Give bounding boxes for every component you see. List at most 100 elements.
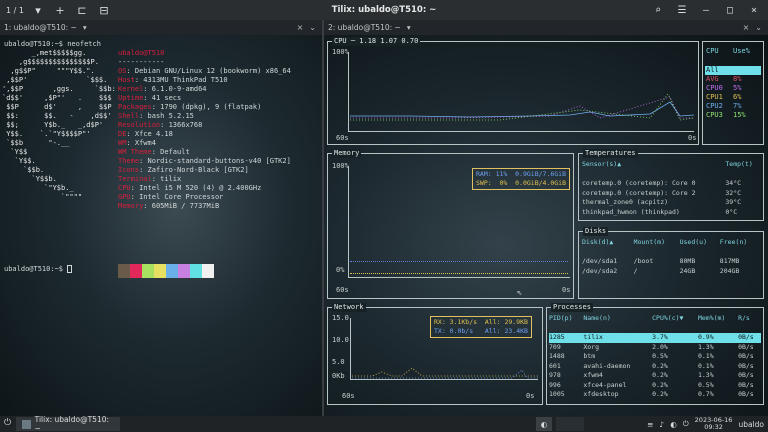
process-row[interactable]: 1005 xfdesktop 0.2% 0.7% 0B/s: [549, 390, 761, 400]
ascii-line: `Y$$.: [2, 157, 36, 165]
right-pane-title: 2: ubaldo@T510: ~: [328, 23, 401, 32]
network-tray-icon[interactable]: ≡: [647, 420, 653, 429]
taskbar-item-label: Tilix: ubaldo@T510: ~: [34, 415, 110, 432]
process-row[interactable]: 1285 tilix 3.7% 0.9% 0B/s: [549, 333, 761, 343]
disks-widget[interactable]: Disks Disk(d)▲ Mount(m) Used(u) Free(n) /de…: [578, 227, 764, 299]
ascii-line: $$; Y$b._ _,d$P': [2, 121, 104, 129]
workspace-2-icon[interactable]: [556, 417, 584, 431]
left-pane-close-icon[interactable]: ×: [297, 23, 304, 32]
neofetch-info-value: 605MiB / 7737MiB: [151, 202, 220, 210]
disk-col-header[interactable]: Used(u): [680, 238, 720, 248]
swap-line: [350, 273, 568, 274]
cpu-legend-row[interactable]: CPU1 6%: [705, 93, 761, 102]
cpu-legend-row[interactable]: All: [705, 66, 761, 75]
close-button[interactable]: ×: [746, 2, 762, 18]
neofetch-info-colon: :: [143, 202, 152, 210]
taskbar-item-tilix[interactable]: Tilix: ubaldo@T510: ~: [16, 415, 120, 432]
neofetch-info-line: OS: Debian GNU/Linux 12 (bookworm) x86_6…: [118, 67, 291, 76]
disk-col-header[interactable]: Free(n): [720, 238, 760, 248]
process-col-header[interactable]: Mem%(m): [698, 314, 738, 324]
split-down-icon[interactable]: ⊟: [96, 2, 112, 18]
neofetch-info-label: Resolution: [118, 121, 161, 129]
left-terminal[interactable]: ubaldo@T510:~$ neofetch _,met$$$$$gg. ,g…: [0, 35, 322, 416]
battery-tray-icon[interactable]: ◐: [670, 420, 677, 429]
disk-col-header[interactable]: Disk(d)▲: [582, 238, 634, 248]
left-pane-titlebar[interactable]: 1: ubaldo@T510: ~ ▾ × ⌄: [0, 20, 322, 35]
neofetch-info-line: Shell: bash 5.2.15: [118, 112, 194, 121]
neofetch-info-colon: :: [143, 94, 152, 102]
disk-col-header[interactable]: Mount(m): [634, 238, 680, 248]
session-dropdown-icon[interactable]: ▾: [30, 2, 46, 18]
process-row[interactable]: 996 xfce4-panel 0.2% 0.5% 0B/s: [549, 381, 761, 391]
process-row[interactable]: 601 avahi-daemon 0.2% 0.1% 0B/s: [549, 362, 761, 372]
maximize-button[interactable]: □: [722, 2, 738, 18]
process-row[interactable]: 1488 btm 0.5% 0.1% 0B/s: [549, 352, 761, 362]
workspace-1-icon[interactable]: ◐: [536, 417, 552, 431]
cpu-legend[interactable]: CPU Use% All AVG 8% CPU0 5% CPU1 6% CPU2 7% CPU3 1…: [702, 41, 764, 145]
search-icon[interactable]: ⌕: [650, 2, 666, 18]
cpu-legend-row[interactable]: CPU3 15%: [705, 111, 761, 120]
right-pane-maximize-icon[interactable]: ⌄: [755, 23, 762, 32]
menu-icon[interactable]: ☰: [674, 2, 690, 18]
neofetch-info-line: GPU: Intel Core Processor: [118, 193, 223, 202]
power-menu-icon[interactable]: ⏻: [4, 418, 11, 428]
process-col-header[interactable]: PID(p): [549, 314, 583, 324]
network-tx-line: [352, 369, 538, 379]
cpu-legend-row[interactable]: CPU2 7%: [705, 102, 761, 111]
cpu-widget[interactable]: CPU ─ 1.18 1.07 0.70 100% 60s 0s: [327, 37, 699, 145]
process-cell: 1005: [549, 390, 565, 398]
username-label[interactable]: ubaldo: [738, 420, 764, 429]
neofetch-info-colon: :: [160, 121, 169, 129]
temp-col-sensor[interactable]: Sensor(s)▲: [582, 160, 725, 170]
process-cell: 0B/s: [738, 380, 754, 389]
right-pane-titlebar[interactable]: 2: ubaldo@T510: ~ ▾ × ⌄: [324, 20, 768, 35]
process-col-header[interactable]: Name(n): [583, 314, 652, 324]
process-col-header[interactable]: R/s: [738, 314, 761, 324]
disk-row[interactable]: /dev/sda1/boot 80MB 817MB: [582, 257, 760, 267]
process-cell: 0B/s: [738, 390, 754, 398]
processes-widget[interactable]: Processes PID(p) Name(n) CPU%(c)▼ Mem%(m) R/…: [546, 303, 764, 405]
temperature-sensor: thermal_zone0 (acpitz): [582, 198, 669, 206]
session-tray-icon[interactable]: ⏻: [683, 419, 689, 429]
temperature-row[interactable]: coretemp.0 (coretemp): Core 0 34°C: [582, 179, 760, 189]
temperature-row[interactable]: thermal_zone0 (acpitz) 39°C: [582, 198, 760, 208]
right-terminal[interactable]: CPU ─ 1.18 1.07 0.70 100% 60s 0s CPU Use…: [324, 35, 768, 416]
cpu-legend-row[interactable]: CPU0 5%: [705, 84, 761, 93]
split-right-icon[interactable]: ⊏: [74, 2, 90, 18]
process-cell: 0.7%: [697, 390, 714, 398]
network-widget[interactable]: Network 15.0 10.0 5.0 0Kb RX: 3.1Kb/s Al…: [327, 303, 543, 405]
right-pane-close-icon[interactable]: ×: [743, 23, 750, 32]
neofetch-info-line: CPU: Intel i5 M 520 (4) @ 2.400GHz: [118, 184, 261, 193]
temperature-temp: 0°C: [725, 207, 738, 216]
clock[interactable]: 2023-06-16 09:32: [695, 417, 733, 431]
process-cell: 1285: [549, 333, 565, 341]
prompt-idle[interactable]: ubaldo@T510:~$: [4, 265, 73, 274]
neofetch-info-label: Memory: [118, 202, 144, 210]
volume-tray-icon[interactable]: ♪: [659, 420, 664, 429]
temperatures-widget[interactable]: Temperatures Sensor(s)▲ Temp(t) coretemp.…: [578, 149, 764, 221]
left-pane-maximize-icon[interactable]: ⌄: [309, 23, 316, 32]
session-indicator[interactable]: 1 / 1: [6, 6, 24, 15]
process-col-header[interactable]: CPU%(c)▼: [652, 314, 698, 324]
process-row[interactable]: 709 Xorg 2.0% 1.3% 0B/s: [549, 343, 761, 353]
disks-table: Disk(d)▲ Mount(m) Used(u) Free(n) /dev/sda1…: [582, 238, 760, 276]
right-pane-dropdown-icon[interactable]: ▾: [407, 23, 411, 32]
temperature-row[interactable]: thinkpad_hwmon (thinkpad) 0°C: [582, 208, 760, 218]
temp-col-temp[interactable]: Temp(t): [725, 160, 760, 170]
cpu-x-right: 0s: [688, 134, 697, 142]
cpu-legend-row[interactable]: AVG 8%: [705, 75, 761, 84]
disk-row[interactable]: /dev/sda2 / 24GB 204GB: [582, 267, 760, 277]
neofetch-info-line: Host: 4313MU ThinkPad T510: [118, 76, 228, 85]
neofetch-info-value: Xfce 4.18: [134, 130, 173, 138]
ascii-line: Y$$. `.`"Y$$$$P"': [2, 130, 91, 138]
process-cell: 996: [549, 380, 561, 389]
left-pane-dropdown-icon[interactable]: ▾: [83, 23, 87, 32]
ascii-line: `$$b.: [2, 166, 45, 174]
add-terminal-button[interactable]: +: [52, 2, 68, 18]
process-row[interactable]: 978 xfwm4 0.2% 1.3% 0B/s: [549, 371, 761, 381]
temperature-row[interactable]: coretemp.0 (coretemp): Core 2 32°C: [582, 189, 760, 199]
memory-widget[interactable]: Memory 100% 0% RAM: 11% 0.9GiB/7.6GiB SW…: [327, 149, 574, 299]
process-cell: 1488: [549, 352, 565, 360]
ram-value: 0.9GiB/7.6GiB: [515, 170, 567, 178]
minimize-button[interactable]: –: [698, 2, 714, 18]
